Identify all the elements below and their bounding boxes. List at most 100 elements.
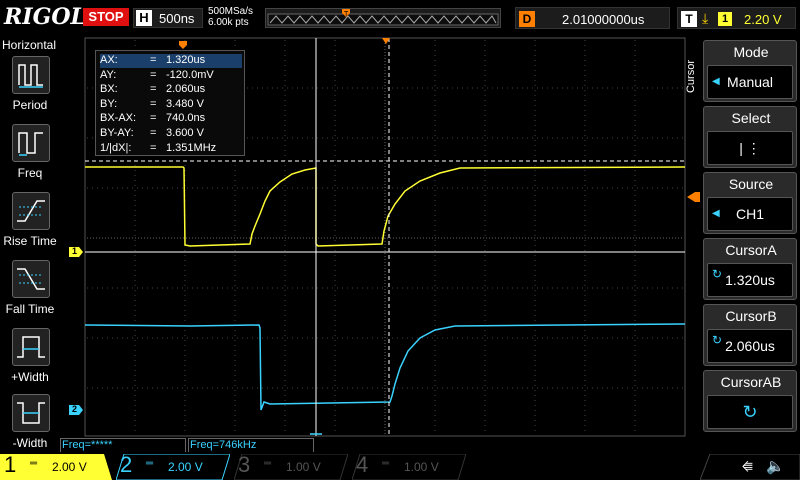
oscilloscope-screen: RIGOL STOP H 500ns 500MSa/s 6.00k pts T … [0, 0, 800, 480]
waveform-display[interactable]: 1 2 AX: = 1.320us AY: = -120.0mV BX: = 2.060us BY… [60, 36, 700, 438]
measure-panel-title: Horizontal [2, 38, 57, 52]
memory-depth: 6.00k pts [208, 17, 249, 28]
channel-status-bar: 1 ═ 2.00 V 2 ═ 2.00 V 3 ═ 1.00 V 4 ═ 1.0… [0, 452, 800, 480]
cursor-a-value: ↻ 1.320us [707, 263, 793, 297]
source-title: Source [728, 176, 774, 192]
cursor-readout-row: BX-AX: = 740.0ns [100, 112, 242, 126]
readout-key: BY-AY: [100, 127, 134, 139]
cursor-readout-row: BX: = 2.060us [100, 83, 242, 97]
usb-icon: ⭅ [742, 460, 753, 474]
cursor-a-value-text: 1.320us [725, 272, 775, 288]
brand-logo: RIGOL [4, 4, 86, 30]
top-status-bar: RIGOL STOP H 500ns 500MSa/s 6.00k pts T … [0, 0, 800, 36]
readout-value: 1.320us [166, 54, 206, 66]
source-menu-item[interactable]: Source ◀ CH1 [703, 172, 797, 234]
acquisition-info: 500MSa/s 6.00k pts [208, 6, 253, 28]
period-icon [12, 56, 50, 94]
cursor-ab-knob-icon: ↻ [707, 395, 793, 429]
cursor-ab-menu-item[interactable]: CursorAB ↻ [703, 370, 797, 432]
delay-box[interactable]: D 2.01000000us [515, 7, 670, 29]
measure-panel: Horizontal Period Freq Rise Time Fall Ti… [0, 36, 60, 452]
channel-1-tab[interactable]: 1 ═ 2.00 V [0, 452, 112, 480]
readout-value: 2.060us [166, 83, 206, 96]
mode-title: Mode [733, 44, 769, 60]
measure-freq-label: Freq [17, 166, 43, 180]
trigger-source: 1 [718, 12, 732, 26]
readout-equals: = [150, 127, 157, 139]
measure-neg-width-label: -Width [12, 436, 48, 450]
readout-value: 740.0ns [166, 112, 206, 125]
readout-key: BX-AX: [100, 112, 137, 125]
channel-4-coupling-icon: ═ [382, 458, 390, 469]
run-stop-status[interactable]: STOP [83, 8, 129, 26]
measure-rise-time-label: Rise Time [3, 234, 57, 248]
timebase-box[interactable]: H 500ns [133, 8, 203, 28]
measure-period-button[interactable]: Period [0, 56, 60, 122]
readout-key: 1/|dX|: [100, 141, 132, 154]
channel-2-coupling-icon: ═ [146, 458, 154, 469]
cursor-readout-row: AX: = 1.320us [100, 54, 242, 68]
memory-overview: T [265, 8, 501, 28]
fall-time-icon [12, 260, 50, 298]
rise-time-icon [12, 192, 50, 230]
svg-text:T: T [344, 11, 349, 18]
trigger-edge-icon: ⤓ [702, 10, 709, 26]
readout-value: 1.351MHz [166, 141, 217, 154]
channel-2-number: 2 [120, 452, 133, 477]
timebase-label: H [136, 10, 152, 26]
measure-neg-width-button[interactable]: -Width [0, 394, 60, 460]
channel-1-scale: 2.00 V [52, 460, 87, 474]
neg-width-icon [12, 394, 50, 432]
cursor-ab-title: CursorAB [720, 374, 782, 390]
sample-rate: 500MSa/s [208, 6, 254, 17]
channel-3-tab[interactable]: 3 ═ 1.00 V [234, 452, 348, 480]
readout-value: -120.0mV [166, 68, 214, 81]
left-arrow-icon: ◀ [712, 76, 720, 87]
channel-4-number: 4 [356, 452, 369, 477]
knob-icon: ↻ [712, 267, 723, 281]
readout-value: 3.600 V [166, 127, 204, 139]
measure-period-label: Period [12, 98, 48, 112]
cursor-b-menu-item[interactable]: CursorB ↻ 2.060us [703, 304, 797, 366]
channel-2-tab[interactable]: 2 ═ 2.00 V [116, 452, 230, 480]
cursor-menu: Mode ◀ Manual Select | ⋮ Source ◀ CH1 Cu… [703, 40, 797, 434]
measure-fall-time-button[interactable]: Fall Time [0, 260, 60, 326]
readout-equals: = [150, 68, 157, 81]
readout-value: 3.480 V [166, 97, 204, 110]
channel-1-coupling-icon: ═ [30, 458, 38, 469]
cursor-b-value: ↻ 2.060us [707, 329, 793, 363]
cursor-readout-box: AX: = 1.320us AY: = -120.0mV BX: = 2.060us BY: = 3.… [95, 50, 245, 156]
readout-equals: = [150, 54, 157, 66]
measure-fall-time-label: Fall Time [5, 302, 55, 316]
cursor-b-value-text: 2.060us [725, 338, 775, 354]
readout-key: BY: [100, 97, 118, 110]
readout-key: BX: [100, 83, 118, 96]
readout-equals: = [150, 83, 157, 96]
channel-1-number: 1 [4, 452, 17, 477]
cursor-readout-row: BY: = 3.480 V [100, 98, 242, 112]
channel-4-tab[interactable]: 4 ═ 1.00 V [352, 452, 466, 480]
mode-value-text: Manual [727, 74, 773, 90]
readout-equals: = [150, 141, 157, 154]
measure-pos-width-label: +Width [11, 370, 49, 384]
memory-waveform-preview: T [267, 9, 499, 26]
trigger-box[interactable]: T ⤓ 1 2.20 V [677, 7, 796, 29]
trigger-label: T [681, 11, 697, 27]
cursor-a-menu-item[interactable]: CursorA ↻ 1.320us [703, 238, 797, 300]
cursor-readout-row: BY-AY: = 3.600 V [100, 127, 242, 141]
readout-equals: = [150, 112, 157, 125]
channel-3-coupling-icon: ═ [264, 458, 272, 469]
select-value: | ⋮ [707, 131, 793, 165]
select-menu-item[interactable]: Select | ⋮ [703, 106, 797, 168]
speaker-icon[interactable]: 🔈 [766, 457, 785, 475]
readout-equals: = [150, 97, 157, 110]
knob-icon: ↻ [712, 333, 723, 347]
cursor-readout-row: 1/|dX|: = 1.351MHz [100, 142, 242, 156]
measure-pos-width-button[interactable]: +Width [0, 328, 60, 394]
measure-freq-button[interactable]: Freq [0, 124, 60, 190]
measure-rise-time-button[interactable]: Rise Time [0, 192, 60, 258]
pos-width-icon [12, 328, 50, 366]
freq-counter-left-box [60, 438, 186, 452]
left-arrow-icon: ◀ [712, 208, 720, 219]
mode-menu-item[interactable]: Mode ◀ Manual [703, 40, 797, 102]
